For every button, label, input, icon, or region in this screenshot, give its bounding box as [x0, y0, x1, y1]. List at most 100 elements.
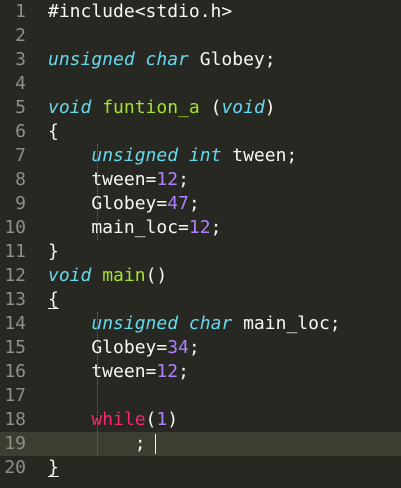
line-code[interactable]: unsigned char Globey; — [48, 48, 276, 72]
code-token: 34 — [167, 337, 189, 358]
indent-guide — [97, 312, 98, 456]
code-line[interactable]: 11} — [0, 240, 401, 264]
line-code[interactable]: main_loc=12; — [48, 216, 221, 240]
code-token: ) — [167, 409, 179, 430]
code-line[interactable]: 3 unsigned char Globey; — [0, 48, 401, 72]
line-code[interactable]: while(1) — [48, 408, 178, 432]
code-token: Globey; — [188, 49, 276, 70]
line-code[interactable]: { — [48, 120, 59, 144]
code-line[interactable]: 16 tween=12; — [0, 360, 401, 384]
line-number: 17 — [4, 385, 26, 406]
code-token: ; — [178, 169, 189, 190]
code-line[interactable]: 2 — [0, 24, 401, 48]
code-token: { — [48, 289, 59, 310]
line-code[interactable]: { — [48, 288, 59, 312]
code-token: unsigned int — [91, 145, 222, 166]
code-line[interactable]: 20} — [0, 456, 401, 480]
code-token: main_loc; — [232, 313, 341, 334]
code-line[interactable]: 7 unsigned int tween; — [0, 144, 401, 168]
line-number: 5 — [15, 97, 26, 118]
code-line[interactable]: 18 while(1) — [0, 408, 401, 432]
code-token: ; — [210, 217, 222, 238]
line-code[interactable]: } — [48, 456, 59, 480]
line-code[interactable]: void main() — [48, 264, 167, 288]
indent-guide — [97, 144, 98, 240]
code-token: 1 — [156, 409, 168, 430]
line-number: 9 — [15, 193, 26, 214]
line-number: 13 — [4, 289, 26, 310]
line-number: 1 — [15, 1, 26, 22]
code-token: ; — [188, 337, 200, 358]
code-token: tween= — [48, 169, 157, 190]
line-code[interactable]: unsigned char main_loc; — [48, 312, 341, 336]
code-line[interactable]: 13 { — [0, 288, 401, 312]
code-token: ; — [188, 193, 200, 214]
text-cursor — [155, 434, 156, 454]
line-number: 7 — [15, 145, 26, 166]
code-token: Globey= — [48, 337, 168, 358]
code-line[interactable]: 1 #include<stdio.h> — [0, 0, 401, 24]
line-number: 16 — [4, 361, 26, 382]
code-token: ( — [199, 97, 222, 118]
code-token: ( — [145, 409, 157, 430]
line-number: 14 — [4, 313, 26, 334]
code-line[interactable]: 19 ; — [0, 432, 401, 456]
code-token: 12 — [156, 361, 179, 382]
line-code[interactable]: #include<stdio.h> — [48, 0, 232, 24]
line-code[interactable]: void funtion_a (void) — [48, 96, 276, 120]
code-line[interactable]: 15 Globey=34; — [0, 336, 401, 360]
line-number: 12 — [4, 265, 26, 286]
code-line[interactable]: 5 void funtion_a (void) — [0, 96, 401, 120]
line-number: 2 — [15, 25, 26, 46]
code-line[interactable]: 14 unsigned char main_loc; — [0, 312, 401, 336]
code-editor[interactable]: 1 #include<stdio.h> 2 3 unsigned char Globey… — [0, 0, 401, 488]
code-token: Globey= — [48, 193, 168, 214]
code-token: unsigned char — [91, 313, 233, 334]
code-token: 47 — [167, 193, 189, 214]
code-token: main — [102, 265, 146, 286]
code-token: void — [221, 97, 265, 118]
code-line[interactable]: 10 main_loc=12; — [0, 216, 401, 240]
code-token: } — [48, 241, 59, 262]
line-code[interactable]: Globey=47; — [48, 192, 200, 216]
code-token: unsigned char — [48, 49, 189, 70]
code-token: () — [145, 265, 168, 286]
code-line[interactable]: 8 tween=12; — [0, 168, 401, 192]
line-number: 18 — [4, 409, 26, 430]
line-number: 19 — [4, 433, 26, 454]
line-number: 4 — [15, 73, 26, 94]
code-token: ; — [178, 361, 189, 382]
code-token: 12 — [188, 217, 211, 238]
code-line[interactable]: 9 Globey=47; — [0, 192, 401, 216]
line-number: 15 — [4, 337, 26, 358]
line-number: 6 — [15, 121, 26, 142]
code-token: ) — [264, 97, 276, 118]
code-line[interactable]: 6{ — [0, 120, 401, 144]
line-number: 10 — [4, 217, 26, 238]
code-token: tween= — [48, 361, 157, 382]
line-code[interactable]: unsigned int tween; — [48, 144, 297, 168]
code-token: void — [48, 97, 92, 118]
code-token: while — [91, 409, 146, 430]
code-token: tween; — [221, 145, 298, 166]
line-number: 8 — [15, 169, 26, 190]
line-code[interactable]: } — [48, 240, 59, 264]
code-token: funtion_a — [102, 97, 200, 118]
code-token: void — [48, 265, 92, 286]
line-code[interactable]: Globey=34; — [48, 336, 200, 360]
code-token: #include<stdio.h> — [48, 1, 233, 22]
code-line[interactable]: 4 — [0, 72, 401, 96]
line-code[interactable]: tween=12; — [48, 168, 189, 192]
code-token: 12 — [156, 169, 179, 190]
line-code[interactable]: tween=12; — [48, 360, 189, 384]
code-line[interactable]: 17 — [0, 384, 401, 408]
line-number: 3 — [15, 49, 26, 70]
code-token: } — [48, 457, 59, 478]
line-number: 20 — [4, 457, 26, 478]
line-number: 11 — [4, 241, 26, 262]
code-line[interactable]: 12 void main() — [0, 264, 401, 288]
